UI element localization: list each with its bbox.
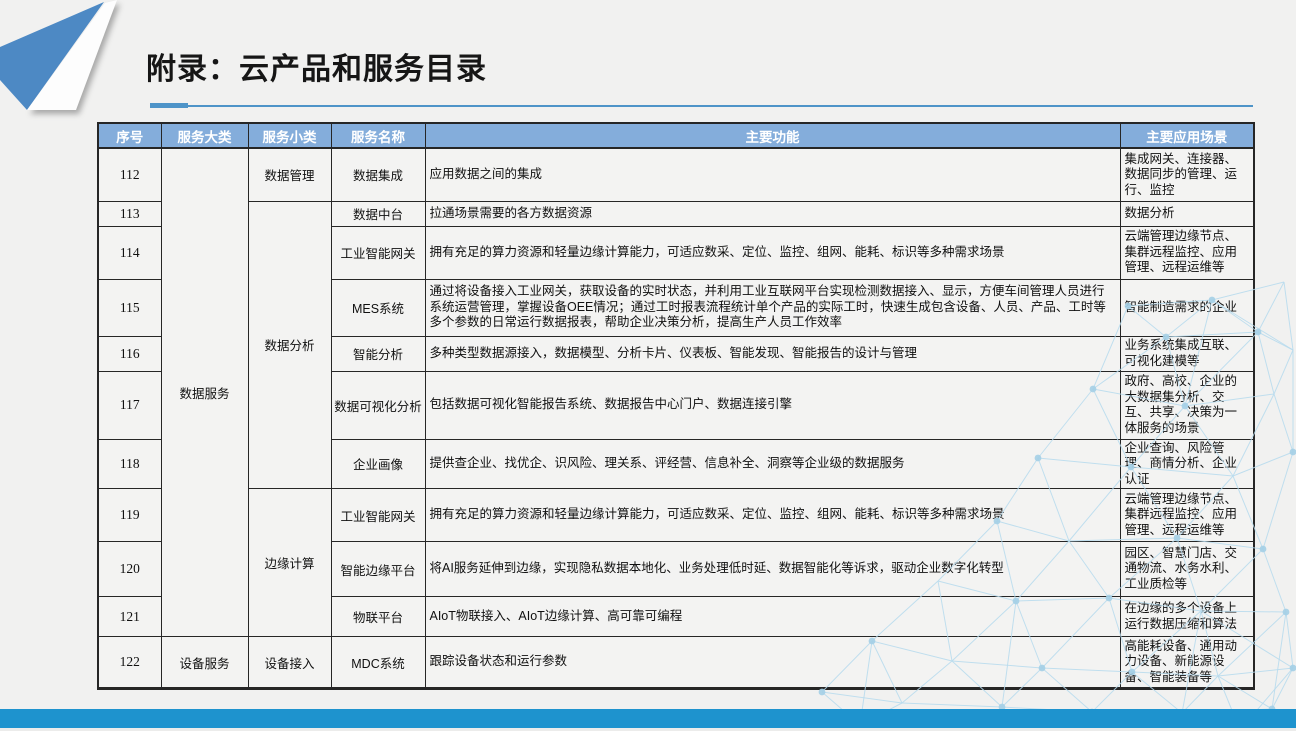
cell-service-name: MES系统	[331, 279, 425, 336]
title-underline-accent	[150, 103, 188, 108]
cell-function: 通过将设备接入工业网关，获取设备的实时状态，并利用工业互联网平台实现检测数据接入…	[425, 279, 1120, 336]
table-row: 113 数据分析 数据中台 拉通场景需要的各方数据资源 数据分析	[98, 201, 1254, 226]
cell-function: 应用数据之间的集成	[425, 148, 1120, 201]
cell-scenario: 数据分析	[1120, 201, 1254, 226]
cell-serial: 113	[98, 201, 161, 226]
header-category: 服务大类	[161, 123, 248, 148]
cell-service-name: 智能分析	[331, 336, 425, 371]
corner-triangle-decoration	[0, 0, 130, 140]
header-subcategory: 服务小类	[248, 123, 331, 148]
cell-subcategory: 边缘计算	[248, 489, 331, 637]
cell-scenario: 集成网关、连接器、数据同步的管理、运行、监控	[1120, 148, 1254, 201]
cloud-service-catalog-table: 序号 服务大类 服务小类 服务名称 主要功能 主要应用场景 112 数据服务 数…	[97, 122, 1255, 690]
cell-scenario: 高能耗设备、通用动力设备、新能源设备、智能装备等	[1120, 637, 1254, 689]
cell-serial: 116	[98, 336, 161, 371]
bottom-accent-bar	[0, 709, 1296, 728]
cell-subcategory: 数据管理	[248, 148, 331, 201]
cell-service-name: 数据集成	[331, 148, 425, 201]
cell-function: 拥有充足的算力资源和轻量边缘计算能力，可适应数采、定位、监控、组网、能耗、标识等…	[425, 489, 1120, 542]
slide: 附录：云产品和服务目录 序号 服务大类 服务小类 服务名称 主要功能 主要应用场…	[0, 0, 1296, 731]
title-underline	[188, 105, 1253, 107]
cell-function: 跟踪设备状态和运行参数	[425, 637, 1120, 689]
cell-serial: 118	[98, 439, 161, 489]
cell-category: 设备服务	[161, 637, 248, 689]
cell-serial: 114	[98, 226, 161, 279]
cell-function: 将AI服务延伸到边缘，实现隐私数据本地化、业务处理低时延、数据智能化等诉求，驱动…	[425, 542, 1120, 597]
cell-function: 拉通场景需要的各方数据资源	[425, 201, 1120, 226]
cell-scenario: 企业查询、风险管理、商情分析、企业认证	[1120, 439, 1254, 489]
table-row: 112 数据服务 数据管理 数据集成 应用数据之间的集成 集成网关、连接器、数据…	[98, 148, 1254, 201]
cell-scenario: 园区、智慧门店、交通物流、水务水利、工业质检等	[1120, 542, 1254, 597]
cell-serial: 117	[98, 371, 161, 439]
cell-subcategory: 数据分析	[248, 201, 331, 489]
cell-function: 提供查企业、找优企、识风险、理关系、评经营、信息补全、洞察等企业级的数据服务	[425, 439, 1120, 489]
cell-scenario: 政府、高校、企业的大数据集分析、交互、共享、决策为一体服务的场景	[1120, 371, 1254, 439]
cell-scenario: 在边缘的多个设备上运行数据压缩和算法	[1120, 597, 1254, 637]
cell-scenario: 云端管理边缘节点、集群远程监控、应用管理、远程运维等	[1120, 226, 1254, 279]
cell-serial: 115	[98, 279, 161, 336]
cell-scenario: 智能制造需求的企业	[1120, 279, 1254, 336]
cell-service-name: 工业智能网关	[331, 489, 425, 542]
cell-function: 包括数据可视化智能报告系统、数据报告中心门户、数据连接引擎	[425, 371, 1120, 439]
header-service-name: 服务名称	[331, 123, 425, 148]
cell-service-name: 智能边缘平台	[331, 542, 425, 597]
cell-category: 数据服务	[161, 148, 248, 637]
cell-subcategory: 设备接入	[248, 637, 331, 689]
cell-serial: 119	[98, 489, 161, 542]
cell-service-name: 数据可视化分析	[331, 371, 425, 439]
cell-serial: 112	[98, 148, 161, 201]
table-header-row: 序号 服务大类 服务小类 服务名称 主要功能 主要应用场景	[98, 123, 1254, 148]
cell-service-name: 工业智能网关	[331, 226, 425, 279]
header-function: 主要功能	[425, 123, 1120, 148]
cell-service-name: 企业画像	[331, 439, 425, 489]
cell-service-name: MDC系统	[331, 637, 425, 689]
cell-service-name: 物联平台	[331, 597, 425, 637]
cell-serial: 121	[98, 597, 161, 637]
cell-function: 多种类型数据源接入，数据模型、分析卡片、仪表板、智能发现、智能报告的设计与管理	[425, 336, 1120, 371]
header-scenario: 主要应用场景	[1120, 123, 1254, 148]
cell-serial: 120	[98, 542, 161, 597]
cell-function: AIoT物联接入、AIoT边缘计算、高可靠可编程	[425, 597, 1120, 637]
cell-serial: 122	[98, 637, 161, 689]
table-row: 122 设备服务 设备接入 MDC系统 跟踪设备状态和运行参数 高能耗设备、通用…	[98, 637, 1254, 689]
table-row: 119 边缘计算 工业智能网关 拥有充足的算力资源和轻量边缘计算能力，可适应数采…	[98, 489, 1254, 542]
cell-scenario: 业务系统集成互联、可视化建模等	[1120, 336, 1254, 371]
cell-function: 拥有充足的算力资源和轻量边缘计算能力，可适应数采、定位、监控、组网、能耗、标识等…	[425, 226, 1120, 279]
page-title: 附录：云产品和服务目录	[146, 44, 487, 88]
cell-scenario: 云端管理边缘节点、集群远程监控、应用管理、远程运维等	[1120, 489, 1254, 542]
cell-service-name: 数据中台	[331, 201, 425, 226]
